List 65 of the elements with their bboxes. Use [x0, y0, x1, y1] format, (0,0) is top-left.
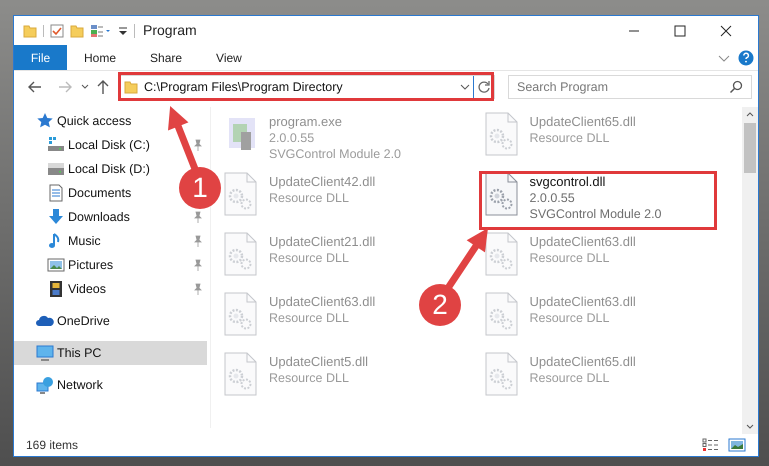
monitor-icon — [36, 344, 54, 362]
file-menu-button[interactable]: File — [14, 45, 67, 70]
folder-icon — [124, 80, 138, 94]
nav-pane-label: Videos — [68, 280, 106, 298]
window-title: Program — [143, 21, 197, 40]
nav-pane-item[interactable]: Quick access — [14, 109, 154, 133]
arrow — [446, 226, 490, 290]
nav-pane-label: Pictures — [68, 256, 114, 274]
file-detail: Resource DLL — [269, 370, 350, 386]
drive-icon — [47, 160, 65, 178]
picture-icon — [47, 256, 65, 274]
file-detail: SVGControl Module 2.0 — [530, 206, 662, 222]
item-count: 169 items — [26, 437, 80, 454]
search-placeholder: Search Program — [517, 78, 610, 96]
file-detail: Resource DLL — [269, 190, 350, 206]
document-icon — [47, 184, 65, 202]
scrollbar-thumb[interactable] — [744, 123, 756, 173]
ribbon-tab[interactable]: View — [199, 45, 259, 70]
star-icon — [36, 112, 54, 130]
nav-pane-item[interactable]: Music — [14, 229, 164, 253]
nav-pane-item[interactable]: Pictures — [14, 253, 164, 277]
nav-pane-item[interactable]: Network — [14, 373, 154, 397]
network-icon — [36, 376, 54, 394]
nav-pane-item[interactable]: Local Disk (C:) — [14, 133, 164, 157]
nav-pane-label: Local Disk (C:) — [68, 136, 150, 154]
search-icon[interactable] — [729, 80, 743, 94]
nav-pane-label: Downloads — [68, 208, 130, 226]
address-path: C:\Program Files\Program Directory — [144, 78, 343, 96]
file-detail: Resource DLL — [269, 310, 350, 326]
file-detail: 2.0.0.55 — [530, 190, 576, 206]
checklist-icon[interactable] — [50, 24, 64, 38]
nav-pane-item[interactable]: Local Disk (D:) — [14, 157, 164, 181]
nav-pane-label: Quick access — [57, 112, 132, 130]
scrollbar[interactable] — [742, 107, 758, 434]
large-icons-view-icon[interactable] — [728, 438, 746, 452]
film-icon — [47, 280, 65, 298]
nav-pane-item[interactable]: Downloads — [14, 205, 164, 229]
search-field[interactable]: Search Program — [508, 75, 752, 99]
file-name[interactable]: svgcontrol.dll — [530, 174, 662, 190]
ribbon-tab[interactable]: Share — [133, 45, 200, 70]
nav-pane-item[interactable]: Documents — [14, 181, 164, 205]
nav-pane-item[interactable]: This PC — [14, 341, 207, 365]
file-detail: 2.0.0.55 — [269, 130, 316, 146]
details-view-icon[interactable] — [702, 438, 720, 452]
nav-pane-label: This PC — [57, 344, 102, 362]
nav-pane-label: Documents — [68, 184, 132, 202]
file-detail: Resource DLL — [530, 250, 610, 266]
download-icon — [47, 208, 65, 226]
nav-pane-label: Network — [57, 376, 103, 394]
file-detail: SVGControl Module 2.0 — [269, 146, 402, 162]
properties-icon[interactable] — [90, 24, 112, 38]
nav-pane-label: OneDrive — [57, 312, 110, 330]
nav-pane-item[interactable]: OneDrive — [14, 309, 154, 333]
folder-icon[interactable] — [70, 24, 84, 38]
file-detail: Resource DLL — [269, 250, 350, 266]
file-detail: Resource DLL — [530, 370, 610, 386]
folder-icon[interactable] — [23, 24, 37, 38]
drive-icon — [47, 136, 65, 154]
nav-pane-label: Local Disk (D:) — [68, 160, 150, 178]
file-detail: Resource DLL — [530, 310, 610, 326]
address-bar[interactable]: C:\Program Files\Program Directory — [119, 75, 495, 99]
nav-pane-label: Music — [68, 232, 101, 250]
ribbon-tab[interactable]: Home — [67, 45, 134, 70]
file-detail: Resource DLL — [530, 130, 610, 146]
nav-pane-item[interactable]: Videos — [14, 277, 164, 301]
